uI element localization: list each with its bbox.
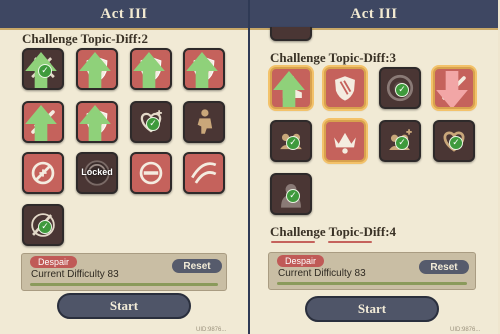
upgrade-arrow-icon — [273, 71, 305, 107]
difficulty-progress — [277, 282, 467, 285]
claw-slash-icon-glyph — [191, 162, 217, 184]
uid-text: UID:9876... — [196, 327, 227, 333]
heart-icon[interactable]: ✓ — [433, 120, 475, 162]
check-icon: ✓ — [395, 136, 409, 150]
crossed-swords-shield-icon[interactable]: ✓ — [22, 48, 64, 90]
section-title-diff2: Challenge Topic-Diff:2 — [22, 31, 149, 46]
despair-tag: Despair — [277, 255, 325, 267]
locked-swirl-icon[interactable]: Locked — [76, 152, 118, 194]
check-icon: ✓ — [286, 189, 300, 203]
start-button[interactable]: Start — [305, 296, 439, 322]
check-icon: ✓ — [38, 64, 52, 78]
partial-icon-edge — [271, 241, 315, 243]
check-icon: ✓ — [395, 83, 409, 97]
heart-plus-icon[interactable]: ✓ — [130, 101, 172, 143]
no-heal-icon-glyph — [31, 161, 55, 185]
target-circle-icon[interactable]: ✓ — [379, 67, 421, 109]
section-title-diff4: Challenge Topic-Diff:4 — [270, 224, 397, 239]
act-title: Act III — [350, 5, 398, 22]
downgrade-arrow-icon — [436, 71, 468, 107]
shield-claw-icon[interactable] — [324, 67, 366, 109]
difficulty-box: Despair Current Difficulty 83 Reset — [21, 253, 227, 291]
reset-button[interactable]: Reset — [419, 260, 469, 274]
kneeling-figure-icon[interactable] — [183, 101, 225, 143]
shield-heart-icon[interactable] — [130, 48, 172, 90]
no-heal-icon[interactable] — [22, 152, 64, 194]
act-header: Act III — [0, 0, 248, 30]
current-difficulty-label: Current Difficulty 83 — [31, 269, 119, 280]
reset-button[interactable]: Reset — [172, 259, 222, 273]
current-difficulty-label: Current Difficulty 83 — [278, 268, 366, 279]
act-title: Act III — [100, 5, 148, 22]
right-panel: Act III Challenge Topic-Diff:3 ✓ ✓ ✓ ✓ ✓ Cha… — [250, 0, 498, 334]
shield-heart-icon[interactable] — [183, 48, 225, 90]
kneeling-figure-icon-glyph — [197, 109, 213, 134]
prohibited-icon-glyph — [139, 161, 163, 185]
upgrade-arrow-icon — [25, 105, 57, 141]
section-title-diff3: Challenge Topic-Diff:3 — [270, 50, 397, 65]
shield-claw-icon-glyph — [335, 76, 355, 101]
broken-sword-icon[interactable] — [433, 67, 475, 109]
shield-heart-icon[interactable] — [76, 48, 118, 90]
upgrade-arrow-icon — [79, 52, 111, 88]
swirl-blade-icon[interactable]: ✓ — [22, 204, 64, 246]
broken-sword-icon[interactable] — [22, 101, 64, 143]
crown-icon[interactable] — [324, 120, 366, 162]
act-header: Act III — [250, 0, 498, 30]
hooded-figure-icon[interactable]: ✓ — [270, 173, 312, 215]
partial-icon-edge — [328, 241, 372, 243]
upgrade-arrow-icon — [186, 52, 218, 88]
check-icon: ✓ — [38, 220, 52, 234]
prohibited-icon[interactable] — [130, 152, 172, 194]
claw-slash-icon[interactable] — [183, 152, 225, 194]
difficulty-progress — [30, 283, 218, 286]
crown-icon-glyph — [334, 132, 356, 154]
uid-text: UID:9876... — [450, 327, 481, 333]
despair-tag: Despair — [30, 256, 78, 268]
allies-plus-icon[interactable]: ✓ — [379, 120, 421, 162]
check-icon: ✓ — [449, 136, 463, 150]
difficulty-box: Despair Current Difficulty 83 Reset — [268, 252, 476, 290]
partial-icon-row — [270, 27, 312, 41]
shield-heart-icon[interactable] — [76, 101, 118, 143]
upgrade-arrow-icon — [79, 105, 111, 141]
start-button[interactable]: Start — [57, 293, 191, 319]
boot-icon[interactable] — [270, 67, 312, 109]
upgrade-arrow-icon — [133, 52, 165, 88]
check-icon: ✓ — [286, 136, 300, 150]
allies-icon[interactable]: ✓ — [270, 120, 312, 162]
check-icon: ✓ — [146, 117, 160, 131]
left-panel: Act III Challenge Topic-Diff:2 ✓ ✓ Locked ✓… — [0, 0, 248, 334]
locked-label: Locked — [81, 167, 113, 177]
